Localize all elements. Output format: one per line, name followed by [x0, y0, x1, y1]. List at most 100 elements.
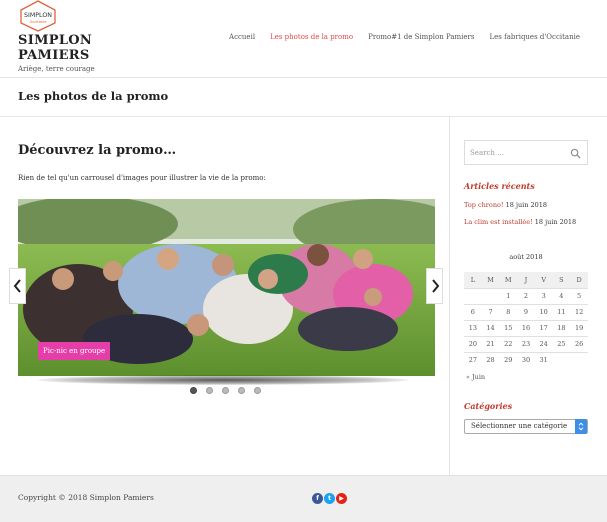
calendar-day: 23: [517, 335, 535, 352]
content-heading: Découvrez la promo…: [18, 143, 177, 158]
nav-item-promo[interactable]: Promo#1 de Simplon Pamiers: [368, 33, 474, 41]
recent-posts-title: Articles récents: [464, 181, 535, 191]
calendar-day: 29: [499, 351, 518, 368]
carousel-dots: [190, 387, 261, 394]
logo-subtext: Occitanie: [30, 20, 48, 24]
carousel-dot-1[interactable]: [190, 387, 197, 394]
carousel-prev-button[interactable]: [9, 268, 26, 304]
calendar-day: 9: [517, 303, 535, 320]
site-header: SIMPLON Occitanie SIMPLON PAMIERS Ariège…: [0, 0, 607, 78]
facebook-icon[interactable]: f: [312, 493, 323, 504]
page-title: Les photos de la promo: [18, 89, 169, 103]
calendar-day: 1: [499, 287, 518, 304]
calendar-day: 27: [464, 351, 482, 368]
site-tagline: Ariège, terre courage: [18, 65, 95, 73]
calendar-day: 2: [517, 287, 535, 304]
chevron-right-icon: [431, 279, 439, 293]
calendar-day: 30: [517, 351, 535, 368]
calendar-day-header: M: [499, 272, 518, 288]
calendar-day: [552, 351, 571, 368]
recent-post-link[interactable]: Top chrono!: [464, 201, 504, 209]
twitter-icon[interactable]: t: [324, 493, 335, 504]
calendar-day: 10: [534, 303, 553, 320]
carousel-dot-4[interactable]: [238, 387, 245, 394]
recent-post-date: 18 juin 2018: [534, 218, 577, 226]
search-input[interactable]: [470, 145, 565, 161]
calendar-week-row: 13 14 15 16 17 18 19: [464, 319, 588, 336]
calendar-caption: août 2018: [509, 253, 543, 261]
site-footer: Copyright © 2018 Simplon Pamiers f t ▶: [0, 475, 607, 522]
calendar-day: [464, 287, 482, 304]
calendar-day: 6: [464, 303, 482, 320]
copyright-text: Copyright © 2018 Simplon Pamiers: [18, 493, 154, 502]
carousel-next-button[interactable]: [426, 268, 443, 304]
calendar-day: 26: [570, 335, 588, 352]
calendar-week-row: 20 21 22 23 24 25 26: [464, 335, 588, 352]
logo-text: SIMPLON: [24, 12, 52, 19]
categories-select-value: Sélectionner une catégorie: [471, 422, 568, 430]
calendar-day: 8: [499, 303, 518, 320]
photo-carousel[interactable]: Pic-nic en groupe: [18, 199, 435, 376]
calendar-day-header: J: [517, 272, 535, 288]
calendar-day: 28: [481, 351, 500, 368]
calendar-day-header: S: [552, 272, 571, 288]
slide-caption: Pic-nic en groupe: [38, 342, 111, 360]
calendar-day: 18: [552, 319, 571, 336]
calendar-day: 5: [570, 287, 588, 304]
calendar-day: 14: [481, 319, 500, 336]
calendar-day-header: V: [534, 272, 553, 288]
calendar-day: 25: [552, 335, 571, 352]
calendar-week-row: 6 7 8 9 10 11 12: [464, 303, 588, 320]
calendar-day: 4: [552, 287, 571, 304]
categories-title: Catégories: [464, 401, 513, 411]
chevron-left-icon: [13, 279, 21, 293]
calendar-day: 11: [552, 303, 571, 320]
recent-post-date: 18 juin 2018: [505, 201, 548, 209]
calendar-day: 16: [517, 319, 535, 336]
main-nav: Accueil Les photos de la promo Promo#1 d…: [229, 33, 580, 41]
calendar-day: 17: [534, 319, 553, 336]
calendar-prev-link[interactable]: « Juin: [466, 373, 485, 381]
carousel-dot-3[interactable]: [222, 387, 229, 394]
categories-select[interactable]: Sélectionner une catégorie: [464, 419, 588, 434]
carousel-dot-5[interactable]: [254, 387, 261, 394]
select-arrows-icon: [575, 419, 587, 434]
calendar-day: [570, 351, 588, 368]
search-icon[interactable]: [570, 148, 581, 159]
recent-post-item: Top chrono! 18 juin 2018: [464, 201, 547, 209]
site-title[interactable]: SIMPLON PAMIERS: [18, 33, 138, 63]
calendar-day: 3: [534, 287, 553, 304]
recent-post-link[interactable]: La clim est installée!: [464, 218, 533, 226]
calendar-day-header: M: [481, 272, 500, 288]
calendar-day: [481, 287, 500, 304]
main-content: Découvrez la promo… Rien de tel qu'un ca…: [0, 117, 450, 475]
calendar-widget: août 2018 L M M J V S D 1 2 3 4 5 6 7 8 9 10 11 12 1…: [464, 250, 588, 368]
nav-item-fabriques[interactable]: Les fabriques d'Occitanie: [490, 33, 581, 41]
calendar-day: 12: [570, 303, 588, 320]
search-box: [464, 140, 588, 165]
calendar-day-header: L: [464, 272, 482, 288]
calendar-day: 22: [499, 335, 518, 352]
nav-item-photos[interactable]: Les photos de la promo: [270, 33, 353, 41]
carousel-shadow: [38, 375, 408, 385]
calendar-day: 19: [570, 319, 588, 336]
calendar-day: 7: [481, 303, 500, 320]
recent-post-item: La clim est installée! 18 juin 2018: [464, 218, 576, 226]
youtube-icon[interactable]: ▶: [336, 493, 347, 504]
social-links: f t ▶: [312, 493, 347, 504]
calendar-day: 13: [464, 319, 482, 336]
calendar-day: 15: [499, 319, 518, 336]
page-title-bar: Les photos de la promo: [0, 78, 607, 117]
intro-text: Rien de tel qu'un carrousel d'images pou…: [18, 174, 266, 182]
calendar-week-row: 12345: [464, 287, 588, 304]
calendar-week-row: 27 28 29 30 31: [464, 351, 588, 368]
simplon-logo[interactable]: SIMPLON Occitanie: [18, 0, 58, 32]
calendar-day-header: D: [570, 272, 588, 288]
calendar-day: 20: [464, 335, 482, 352]
calendar-day: 21: [481, 335, 500, 352]
nav-item-accueil[interactable]: Accueil: [229, 33, 255, 41]
calendar-day: 31: [534, 351, 553, 368]
calendar-day: 24: [534, 335, 553, 352]
carousel-dot-2[interactable]: [206, 387, 213, 394]
calendar-table: L M M J V S D 1 2 3 4 5 6 7 8 9 10 11 12 13 14 15 16 17 1…: [464, 272, 588, 368]
